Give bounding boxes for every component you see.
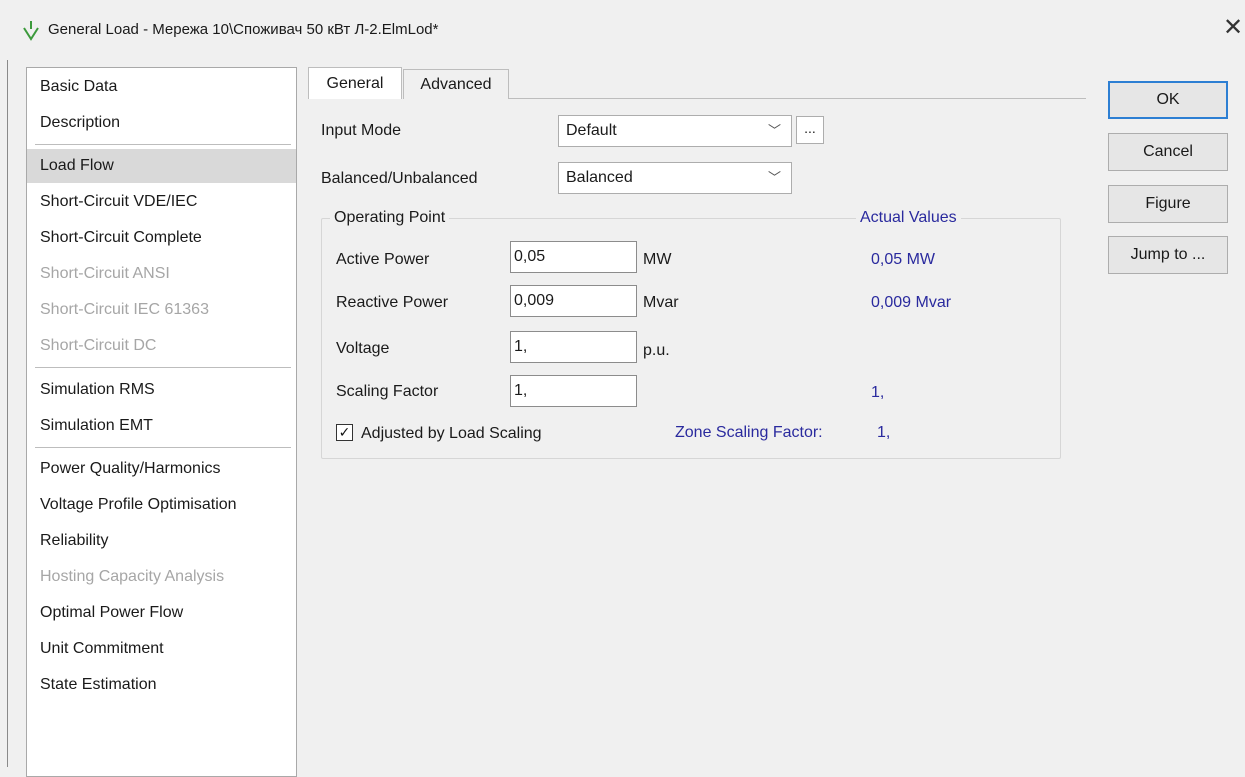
scaling-factor-input[interactable]: 1,: [510, 375, 637, 407]
reactive-power-actual: 0,009 Mvar: [871, 294, 952, 311]
sidebar-divider: [35, 447, 291, 448]
chevron-down-icon: ﹀: [767, 123, 781, 138]
sidebar-item-hosting-capacity: Hosting Capacity Analysis: [40, 568, 225, 585]
tab-strip-line: [509, 98, 1086, 99]
sidebar-item-short-circuit-complete[interactable]: Short-Circuit Complete: [27, 221, 296, 255]
tab-advanced[interactable]: Advanced: [403, 69, 509, 99]
scaling-factor-label: Scaling Factor: [336, 383, 439, 400]
input-mode-label: Input Mode: [321, 122, 402, 139]
input-mode-more-button[interactable]: ...: [796, 116, 824, 144]
voltage-unit: p.u.: [643, 342, 670, 359]
sidebar-item-state-estimation[interactable]: State Estimation: [27, 668, 296, 702]
sidebar-divider: [35, 144, 291, 145]
adjusted-by-load-scaling-checkbox[interactable]: ✓: [336, 424, 353, 441]
sidebar-item-unit-commitment[interactable]: Unit Commitment: [27, 632, 296, 666]
sidebar-item-short-circuit-ansi: Short-Circuit ANSI: [40, 265, 170, 282]
sidebar-item-power-quality[interactable]: Power Quality/Harmonics: [27, 452, 296, 486]
operating-point-group: [321, 218, 1061, 459]
tab-general[interactable]: General: [308, 67, 402, 99]
jump-to-button[interactable]: Jump to ...: [1108, 236, 1228, 274]
sidebar-item-simulation-rms[interactable]: Simulation RMS: [27, 373, 296, 407]
load-arrow-icon: [23, 21, 39, 41]
voltage-input[interactable]: 1,: [510, 331, 637, 363]
zone-scaling-factor-value: 1,: [877, 424, 891, 441]
sidebar-item-basic-data[interactable]: Basic Data: [27, 70, 296, 104]
sidebar-divider: [35, 367, 291, 368]
input-mode-value: Default: [566, 122, 617, 139]
sidebar-item-short-circuit-dc: Short-Circuit DC: [40, 337, 157, 354]
close-icon[interactable]: ✕: [1222, 16, 1244, 40]
zone-scaling-factor-label: Zone Scaling Factor:: [675, 424, 823, 441]
sidebar-item-short-circuit-iec-61363: Short-Circuit IEC 61363: [40, 301, 209, 318]
voltage-label: Voltage: [336, 340, 390, 357]
reactive-power-unit: Mvar: [643, 294, 679, 311]
title-bar: General Load - Мережа 10\Споживач 50 кВт…: [0, 0, 1245, 60]
sidebar-item-optimal-power-flow[interactable]: Optimal Power Flow: [27, 596, 296, 630]
sidebar-item-simulation-emt[interactable]: Simulation EMT: [27, 409, 296, 443]
operating-point-title: Operating Point: [330, 209, 450, 227]
window-edge: [7, 60, 8, 767]
scaling-factor-actual: 1,: [871, 384, 885, 401]
sidebar-item-short-circuit-vde-iec[interactable]: Short-Circuit VDE/IEC: [27, 185, 296, 219]
ok-button[interactable]: OK: [1108, 81, 1228, 119]
input-mode-select[interactable]: Default ﹀: [558, 115, 792, 147]
adjusted-by-load-scaling-label: Adjusted by Load Scaling: [361, 425, 542, 442]
chevron-down-icon: ﹀: [767, 170, 781, 185]
actual-values-title: Actual Values: [856, 209, 961, 227]
reactive-power-input[interactable]: 0,009: [510, 285, 637, 317]
balanced-value: Balanced: [566, 169, 633, 186]
sidebar-item-load-flow[interactable]: Load Flow: [27, 149, 296, 183]
figure-button[interactable]: Figure: [1108, 185, 1228, 223]
active-power-actual: 0,05 MW: [871, 251, 936, 268]
active-power-label: Active Power: [336, 251, 430, 268]
cancel-button[interactable]: Cancel: [1108, 133, 1228, 171]
active-power-unit: MW: [643, 251, 672, 268]
category-sidebar: Basic Data Description Load Flow Short-C…: [26, 67, 297, 777]
sidebar-item-description[interactable]: Description: [27, 106, 296, 140]
window-title: General Load - Мережа 10\Споживач 50 кВт…: [48, 21, 439, 38]
reactive-power-label: Reactive Power: [336, 294, 449, 311]
sidebar-item-reliability[interactable]: Reliability: [27, 524, 296, 558]
sidebar-item-voltage-profile[interactable]: Voltage Profile Optimisation: [27, 488, 296, 522]
balanced-label: Balanced/Unbalanced: [321, 170, 478, 187]
active-power-input[interactable]: 0,05: [510, 241, 637, 273]
balanced-select[interactable]: Balanced ﹀: [558, 162, 792, 194]
